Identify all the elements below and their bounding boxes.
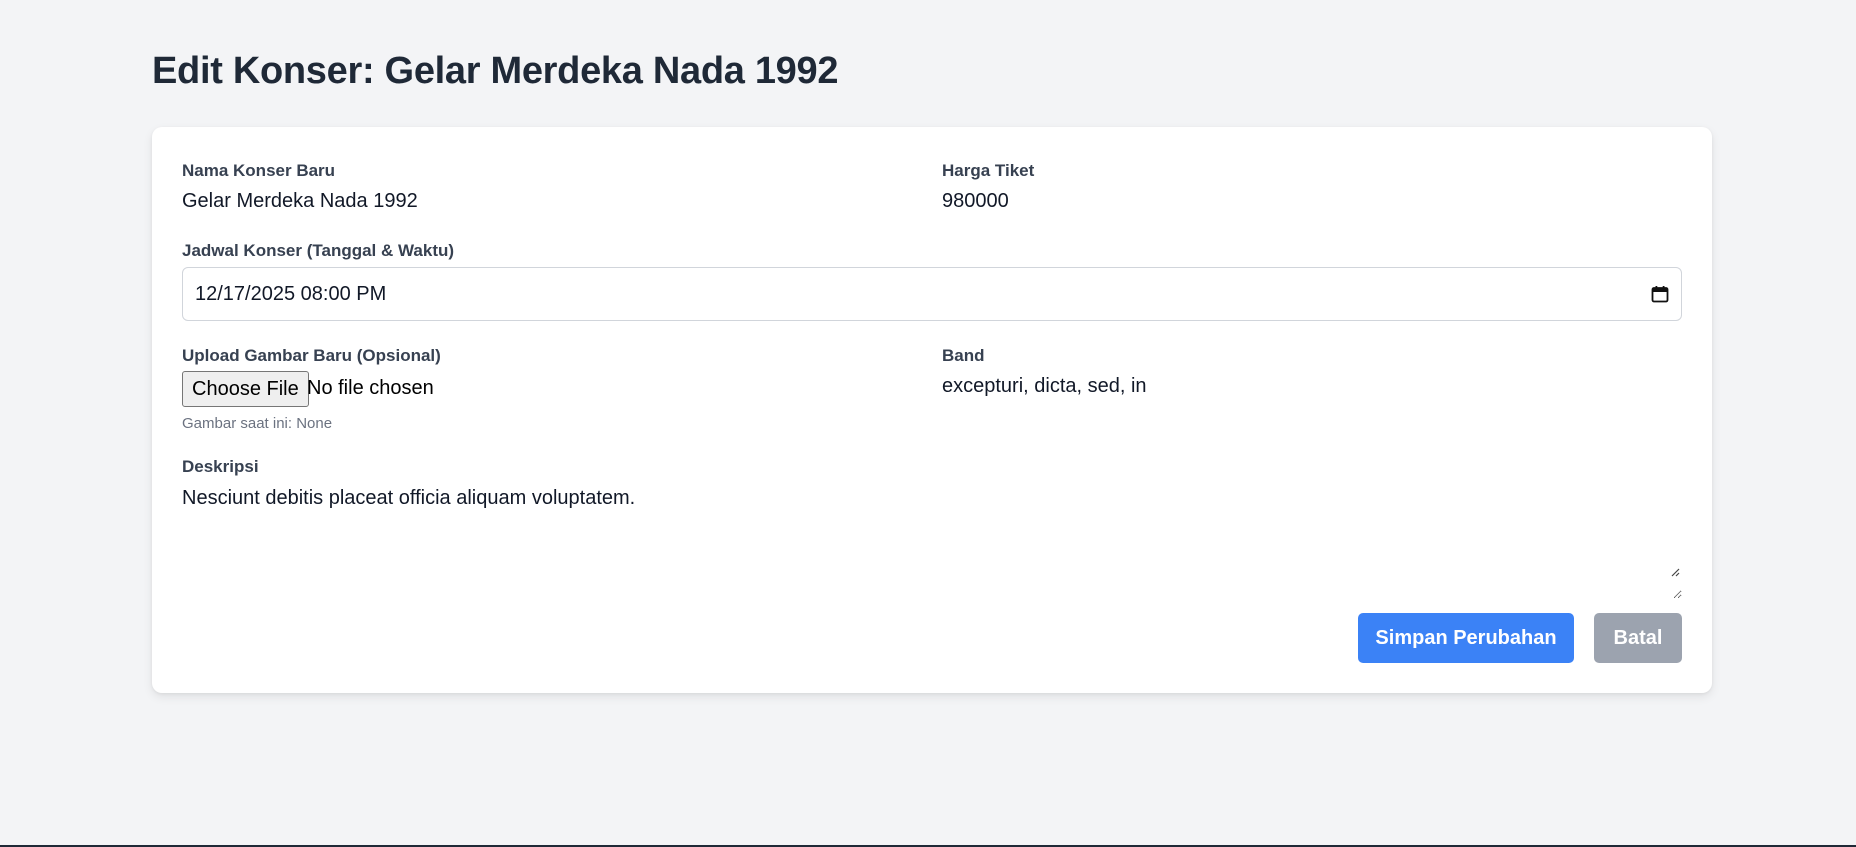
schedule-label: Jadwal Konser (Tanggal & Waktu) <box>182 241 455 260</box>
description-textarea[interactable]: Nesciunt debitis placeat officia aliquam… <box>182 487 1682 599</box>
concert-name-label: Nama Konser Baru <box>182 161 336 180</box>
schedule-datetime-value[interactable]: 12/17/2025 08:00 PM <box>195 283 1651 306</box>
resize-handle-icon[interactable] <box>1670 564 1680 577</box>
ticket-price-input[interactable] <box>942 190 1662 213</box>
upload-image-label: Upload Gambar Baru (Opsional) <box>182 346 441 365</box>
calendar-icon[interactable] <box>1651 285 1669 303</box>
concert-name-input[interactable] <box>182 190 902 213</box>
description-label: Deskripsi <box>182 457 259 476</box>
file-status-text: No file chosen <box>307 377 434 399</box>
band-input[interactable] <box>942 375 1662 398</box>
edit-concert-form: Nama Konser Baru Harga Tiket Jadwal Kons… <box>152 127 1712 693</box>
current-image-hint: Gambar saat ini: None <box>182 415 333 432</box>
band-label: Band <box>942 346 985 365</box>
page-title: Edit Konser: Gelar Merdeka Nada 1992 <box>152 50 839 92</box>
schedule-datetime-input[interactable]: 12/17/2025 08:00 PM <box>182 267 1682 321</box>
choose-file-button[interactable]: Choose File <box>182 371 309 407</box>
ticket-price-label: Harga Tiket <box>942 161 1035 180</box>
save-changes-button[interactable]: Simpan Perubahan <box>1358 613 1574 663</box>
cancel-button[interactable]: Batal <box>1594 613 1682 663</box>
